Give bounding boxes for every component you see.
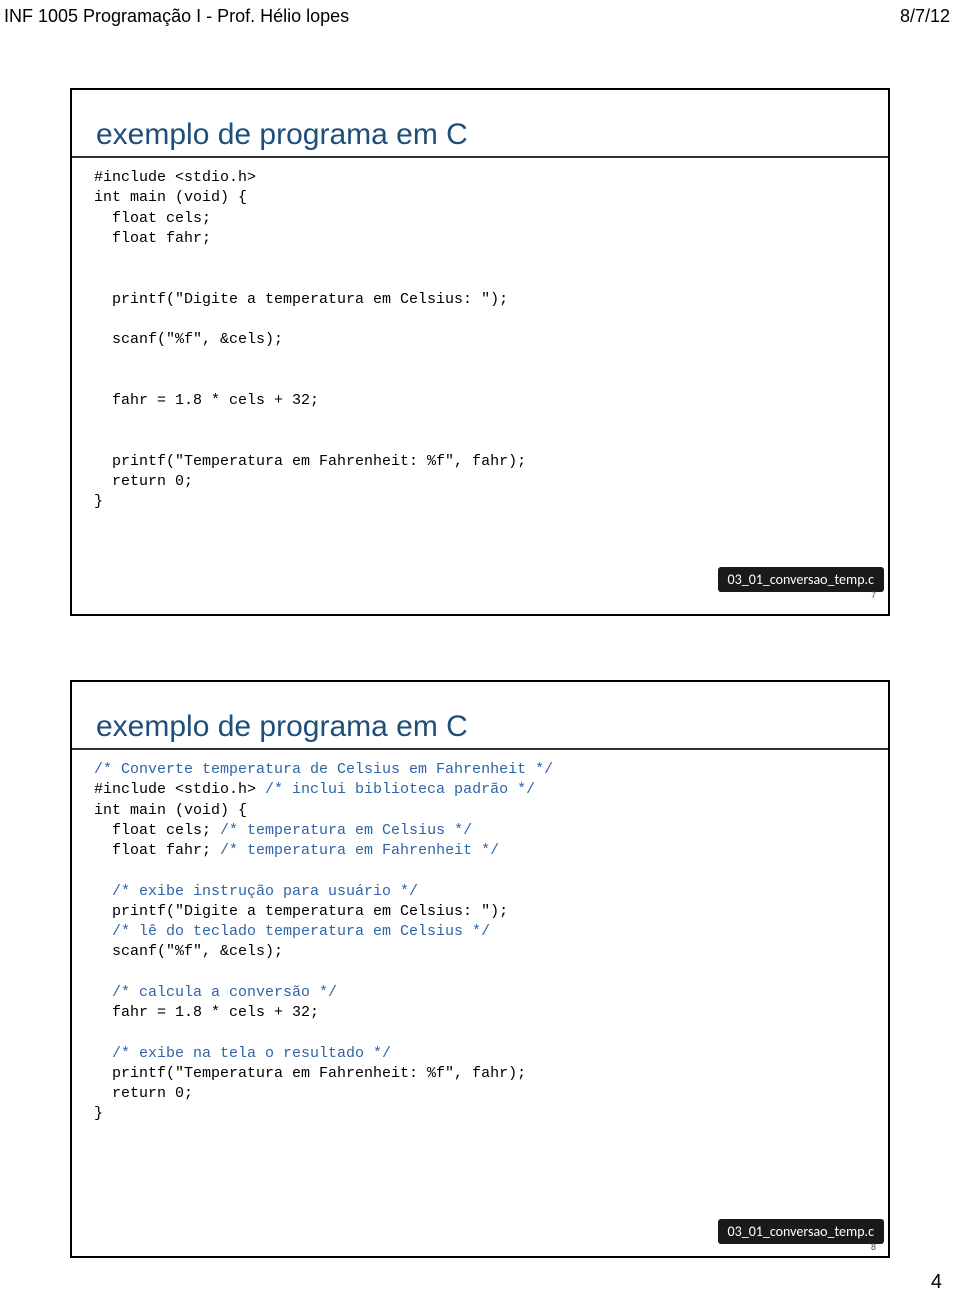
filename-badge: 03_01_conversao_temp.c [718, 1219, 884, 1244]
slide-title: exemplo de programa em C [96, 710, 868, 744]
page-number: 4 [931, 1271, 942, 1294]
slide-2: exemplo de programa em C /* Converte tem… [70, 680, 890, 1258]
slide-1: exemplo de programa em C #include <stdio… [70, 88, 890, 616]
slide-number: 7 [871, 590, 876, 600]
separator [72, 156, 888, 158]
code-block: /* Converte temperatura de Celsius em Fa… [94, 760, 868, 1125]
header-right: 8/7/12 [900, 6, 950, 27]
page: INF 1005 Programação I - Prof. Hélio lop… [0, 0, 960, 1308]
header-left: INF 1005 Programação I - Prof. Hélio lop… [4, 6, 349, 27]
slide-number: 8 [871, 1242, 876, 1252]
code-block: #include <stdio.h>int main (void) { floa… [94, 168, 868, 512]
separator [72, 748, 888, 750]
slide-title: exemplo de programa em C [96, 118, 868, 152]
filename-badge: 03_01_conversao_temp.c [718, 567, 884, 592]
